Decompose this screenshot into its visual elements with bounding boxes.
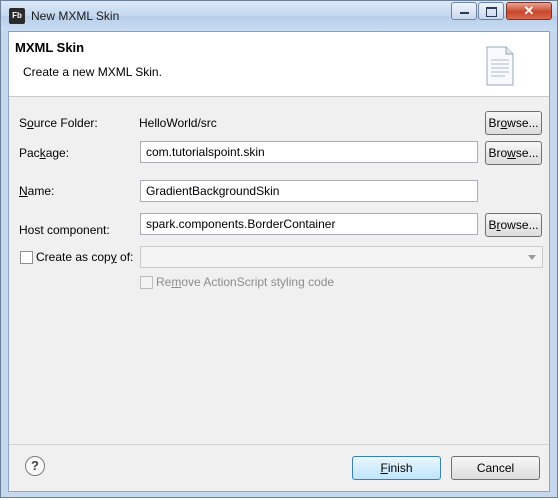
dialog-window: Fb New MXML Skin ✕ MXML Skin Create a ne… bbox=[0, 0, 558, 498]
close-icon: ✕ bbox=[523, 3, 535, 18]
source-folder-label: Source Folder: bbox=[19, 116, 98, 130]
dialog-body: MXML Skin Create a new MXML Skin. Source… bbox=[8, 31, 550, 492]
host-component-input[interactable]: spark.components.BorderContainer bbox=[140, 213, 478, 235]
close-button[interactable]: ✕ bbox=[506, 2, 552, 20]
create-as-copy-label[interactable]: Create as copy of: bbox=[36, 250, 133, 264]
chevron-down-icon bbox=[528, 255, 536, 260]
minimize-button[interactable] bbox=[451, 2, 477, 20]
window-title: New MXML Skin bbox=[31, 9, 120, 23]
source-folder-browse-button[interactable]: Browse... bbox=[485, 111, 542, 135]
package-browse-button[interactable]: Browse... bbox=[485, 141, 542, 165]
maximize-icon bbox=[485, 7, 497, 17]
source-folder-value: HelloWorld/src bbox=[139, 116, 217, 130]
help-icon[interactable]: ? bbox=[25, 456, 45, 476]
title-bar[interactable]: Fb New MXML Skin ✕ bbox=[1, 1, 557, 31]
remove-actionscript-checkbox[interactable] bbox=[140, 276, 153, 289]
maximize-button[interactable] bbox=[478, 2, 504, 20]
cancel-button[interactable]: Cancel bbox=[451, 456, 540, 480]
create-as-copy-checkbox[interactable] bbox=[20, 251, 33, 264]
package-label: Package: bbox=[19, 146, 70, 160]
header-banner: MXML Skin Create a new MXML Skin. bbox=[9, 32, 549, 97]
host-component-label: Host component: bbox=[19, 223, 110, 237]
flash-builder-icon: Fb bbox=[9, 8, 25, 24]
name-label: Name: bbox=[19, 184, 55, 198]
name-input[interactable]: GradientBackgroundSkin bbox=[140, 180, 478, 202]
banner-title: MXML Skin bbox=[15, 40, 85, 55]
minimize-icon bbox=[459, 12, 469, 14]
package-input[interactable]: com.tutorialspoint.skin bbox=[140, 141, 478, 163]
banner-description: Create a new MXML Skin. bbox=[23, 65, 162, 79]
finish-button[interactable]: Finish bbox=[352, 456, 441, 480]
host-component-browse-button[interactable]: Browse... bbox=[485, 213, 542, 237]
remove-actionscript-label: Remove ActionScript styling code bbox=[156, 275, 335, 289]
document-icon bbox=[486, 46, 514, 86]
copy-of-select[interactable] bbox=[140, 246, 543, 268]
footer-divider bbox=[9, 444, 549, 445]
